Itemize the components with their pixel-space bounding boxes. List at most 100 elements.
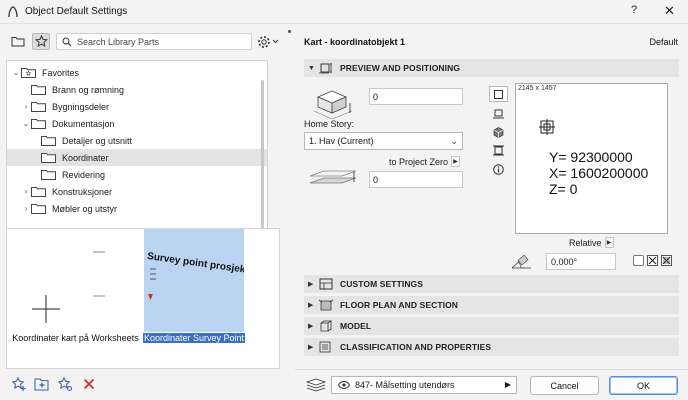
section-model[interactable]: ▶ MODEL (304, 317, 679, 335)
project-zero-menu-button[interactable]: ▶ (451, 156, 461, 167)
to-project-zero-text: to Project Zero (389, 156, 449, 167)
custom-settings-icon (319, 278, 334, 291)
tree-item-label: Detaljer og utsnitt (62, 135, 133, 146)
library-settings-button[interactable] (257, 32, 279, 51)
tree-item-brann[interactable]: Brann og rømning (21, 81, 267, 98)
chevron-right-icon[interactable]: › (21, 204, 31, 213)
tree-item-bygningsdeler[interactable]: › Bygningsdeler (21, 98, 267, 115)
folder-icon (41, 169, 56, 180)
scrollbar-thumb[interactable] (261, 80, 264, 234)
favorite-options-button[interactable] (56, 375, 74, 393)
tree-item-mobler[interactable]: › Møbler og utstyr (21, 200, 267, 217)
ok-button[interactable]: OK (609, 376, 678, 395)
tree-item-konstruksjoner[interactable]: › Konstruksjoner (21, 183, 267, 200)
chevron-down-icon[interactable]: ⌄ (21, 119, 31, 128)
chevron-right-icon: ▶ (504, 380, 511, 389)
mirror-x-icon[interactable] (647, 255, 658, 266)
folder-icon (31, 101, 46, 112)
add-folder-button[interactable] (33, 375, 51, 393)
library-tree[interactable]: ⌄ Favorites Brann og rømning › Bygningsd… (6, 60, 268, 239)
chevron-right-icon[interactable]: › (21, 102, 31, 111)
collapsed-arrow-icon: ▶ (308, 281, 314, 288)
home-story-label: Home Story: (304, 119, 355, 129)
project-zero-field[interactable]: 0 (369, 171, 463, 188)
folder-icon (41, 135, 56, 146)
library-item-worksheets[interactable]: Koordinater kart på Worksheets (7, 229, 144, 368)
library-bottom-toolbar (0, 370, 283, 400)
chevron-down-icon (272, 39, 279, 44)
help-button[interactable]: ? (631, 4, 637, 16)
layer-name: 847- Målsetting utendørs (355, 380, 455, 390)
view-3d-button[interactable] (489, 124, 508, 140)
view-2d-button[interactable] (489, 86, 508, 102)
pane-divider[interactable] (283, 24, 295, 400)
folder-view-button[interactable] (9, 33, 27, 50)
delete-button[interactable] (80, 375, 98, 393)
square-icon (494, 89, 503, 99)
to-project-zero-label: to Project Zero ▶ (389, 156, 461, 167)
section-preview-positioning[interactable]: ▼ PREVIEW AND POSITIONING (304, 59, 679, 77)
tree-item-revidering[interactable]: Revidering (31, 166, 267, 183)
section-label: FLOOR PLAN AND SECTION (340, 300, 459, 310)
section-custom-settings[interactable]: ▶ CUSTOM SETTINGS (304, 275, 679, 293)
star-settings-icon (57, 376, 72, 391)
chevron-down-icon[interactable]: ⌄ (11, 68, 21, 77)
tree-item-label: Dokumentasjon (52, 118, 115, 129)
tree-item-label: Revidering (62, 169, 106, 180)
folder-add-icon (34, 378, 49, 391)
cancel-button[interactable]: Cancel (530, 376, 599, 395)
chevron-right-icon[interactable]: › (21, 187, 31, 196)
tree-item-dokumentasjon[interactable]: ⌄ Dokumentasjon (21, 115, 267, 132)
item-caption: Koordinater Survey Point (142, 333, 246, 343)
info-button[interactable] (489, 161, 508, 177)
cube-icon (493, 126, 504, 138)
view-elevation-button[interactable] (489, 142, 508, 158)
library-toolbar (0, 30, 283, 52)
section-floor-plan[interactable]: ▶ FLOOR PLAN AND SECTION (304, 296, 679, 314)
project-zero-icon (309, 170, 357, 184)
preview-dimensions: 2145 x 1457 (518, 85, 557, 92)
gear-icon (258, 35, 270, 48)
mirror-checkbox[interactable] (633, 255, 644, 266)
tree-scrollbar[interactable] (259, 62, 266, 237)
model-cube-icon (319, 320, 334, 333)
collapsed-arrow-icon: ▶ (308, 344, 314, 351)
elevation-icon (493, 145, 504, 155)
tree-item-koordinater[interactable]: Koordinater (7, 149, 267, 166)
close-button[interactable]: ✕ (664, 3, 675, 19)
section-label: PREVIEW AND POSITIONING (340, 63, 461, 73)
item-caption: Koordinater kart på Worksheets (12, 333, 139, 343)
mirror-y-icon[interactable] (661, 255, 672, 266)
search-input[interactable] (77, 36, 247, 47)
elevation-field[interactable]: 0 (369, 88, 463, 105)
favorites-folder-icon (21, 67, 36, 78)
archicad-icon (8, 5, 18, 17)
relative-text: Relative (569, 237, 602, 248)
library-pane: ⌄ Favorites Brann og rømning › Bygningsd… (0, 24, 283, 400)
library-items-panel: Koordinater kart på Worksheets Survey po… (6, 228, 280, 369)
home-story-select[interactable]: 1. Hav (Current) ⌄ (304, 132, 463, 150)
view-section-button[interactable] (489, 106, 508, 122)
section-classification[interactable]: ▶ CLASSIFICATION AND PROPERTIES (304, 338, 679, 356)
default-label: Default (649, 37, 678, 47)
tree-item-detaljer[interactable]: Detaljer og utsnitt (31, 132, 267, 149)
item-caption-selected: Koordinater Survey Point (139, 333, 249, 344)
favorites-view-button[interactable] (32, 33, 50, 50)
window-title: Object Default Settings (25, 6, 128, 17)
tree-item-label: Koordinater (62, 152, 109, 163)
positioning-icon (319, 62, 334, 75)
search-box[interactable] (56, 33, 252, 50)
survey-point-thumbnail: Survey point prosjekt (144, 229, 244, 332)
layer-select[interactable]: 847- Målsetting utendørs ▶ (331, 376, 517, 394)
rotation-angle-field[interactable]: 0.000° (546, 253, 616, 270)
preview-view-selector (487, 77, 511, 197)
coordinate-cross-thumbnail (32, 251, 105, 323)
tree-item-favorites[interactable]: ⌄ Favorites (11, 64, 267, 81)
library-item-survey-point[interactable]: Survey point prosjekt Koordinater Survey… (142, 229, 281, 368)
crosshair-marker-icon (539, 119, 555, 135)
survey-marker-icon (148, 268, 156, 300)
add-favorite-button[interactable] (10, 375, 28, 393)
folder-icon (31, 186, 46, 197)
divider-grip[interactable] (288, 30, 291, 33)
relative-menu-button[interactable]: ▶ (604, 237, 614, 248)
